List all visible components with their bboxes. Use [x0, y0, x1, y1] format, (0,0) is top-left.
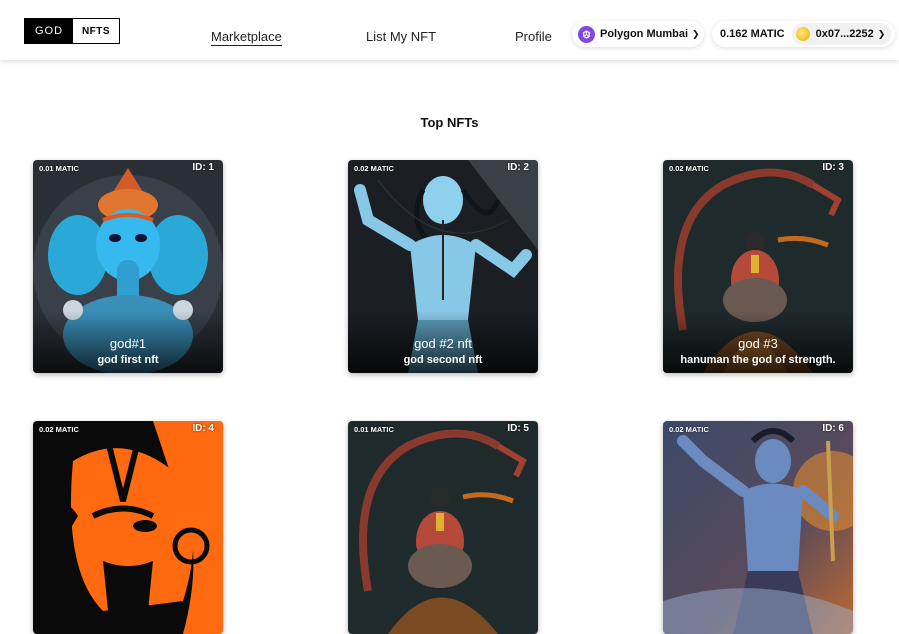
- logo[interactable]: GOD NFTS: [24, 18, 120, 44]
- top-navbar: GOD NFTS Marketplace List My NFT Profile…: [0, 0, 899, 60]
- polygon-icon: [578, 25, 595, 43]
- account-button[interactable]: 0x07...2252 ❯: [791, 23, 892, 45]
- card-description: hanuman the god of strength.: [680, 354, 836, 366]
- hanuman-artwork: [348, 421, 538, 634]
- nft-card[interactable]: 0.01 MATIC ID: 5: [348, 421, 538, 634]
- chevron-down-icon: ❯: [692, 28, 700, 39]
- card-id: ID: 1: [192, 162, 214, 173]
- card-id: ID: 5: [507, 423, 529, 434]
- section-title: Top NFTs: [420, 115, 479, 130]
- wallet-widget[interactable]: 0.162 MATIC 0x07...2252 ❯: [712, 21, 895, 47]
- shiva-battle-artwork: [663, 421, 853, 634]
- nav-profile[interactable]: Profile: [515, 29, 552, 44]
- nft-card[interactable]: 0.02 MATIC ID: 6: [663, 421, 853, 634]
- wallet-address: 0x07...2252: [815, 28, 874, 40]
- chevron-down-icon: ❯: [877, 28, 886, 39]
- card-id: ID: 6: [822, 423, 844, 434]
- nft-card[interactable]: 0.02 MATIC ID: 4: [33, 421, 223, 634]
- card-description: god second nft: [403, 354, 483, 366]
- coin-icon: [795, 27, 810, 41]
- nav-list-my-nft[interactable]: List My NFT: [366, 29, 436, 44]
- card-name: god#1: [109, 336, 147, 351]
- card-price: 0.02 MATIC: [669, 164, 709, 173]
- card-id: ID: 3: [822, 162, 844, 173]
- card-name: god #2 nft: [414, 336, 472, 351]
- card-name: god #3: [738, 336, 778, 351]
- orange-hanuman-artwork: [33, 421, 223, 634]
- card-price: 0.02 MATIC: [669, 425, 709, 434]
- nav-marketplace[interactable]: Marketplace: [211, 29, 282, 46]
- logo-right: NFTS: [81, 25, 111, 37]
- card-price: 0.02 MATIC: [39, 425, 79, 434]
- wallet-balance: 0.162 MATIC: [720, 28, 785, 40]
- card-id: ID: 2: [507, 162, 529, 173]
- card-description: god first nft: [97, 354, 159, 366]
- card-price: 0.01 MATIC: [39, 164, 79, 173]
- network-label: Polygon Mumbai: [600, 28, 688, 40]
- nft-card[interactable]: 0.02 MATIC ID: 2 god #2 nft god second n…: [348, 160, 538, 373]
- card-price: 0.01 MATIC: [354, 425, 394, 434]
- card-price: 0.02 MATIC: [354, 164, 394, 173]
- card-id: ID: 4: [192, 423, 214, 434]
- network-selector[interactable]: Polygon Mumbai ❯: [572, 21, 704, 47]
- nft-card[interactable]: 0.01 MATIC ID: 1 god#1 god first nft: [33, 160, 223, 373]
- nft-card[interactable]: 0.02 MATIC ID: 3 god #3 hanuman the god …: [663, 160, 853, 373]
- logo-left: GOD: [25, 19, 73, 43]
